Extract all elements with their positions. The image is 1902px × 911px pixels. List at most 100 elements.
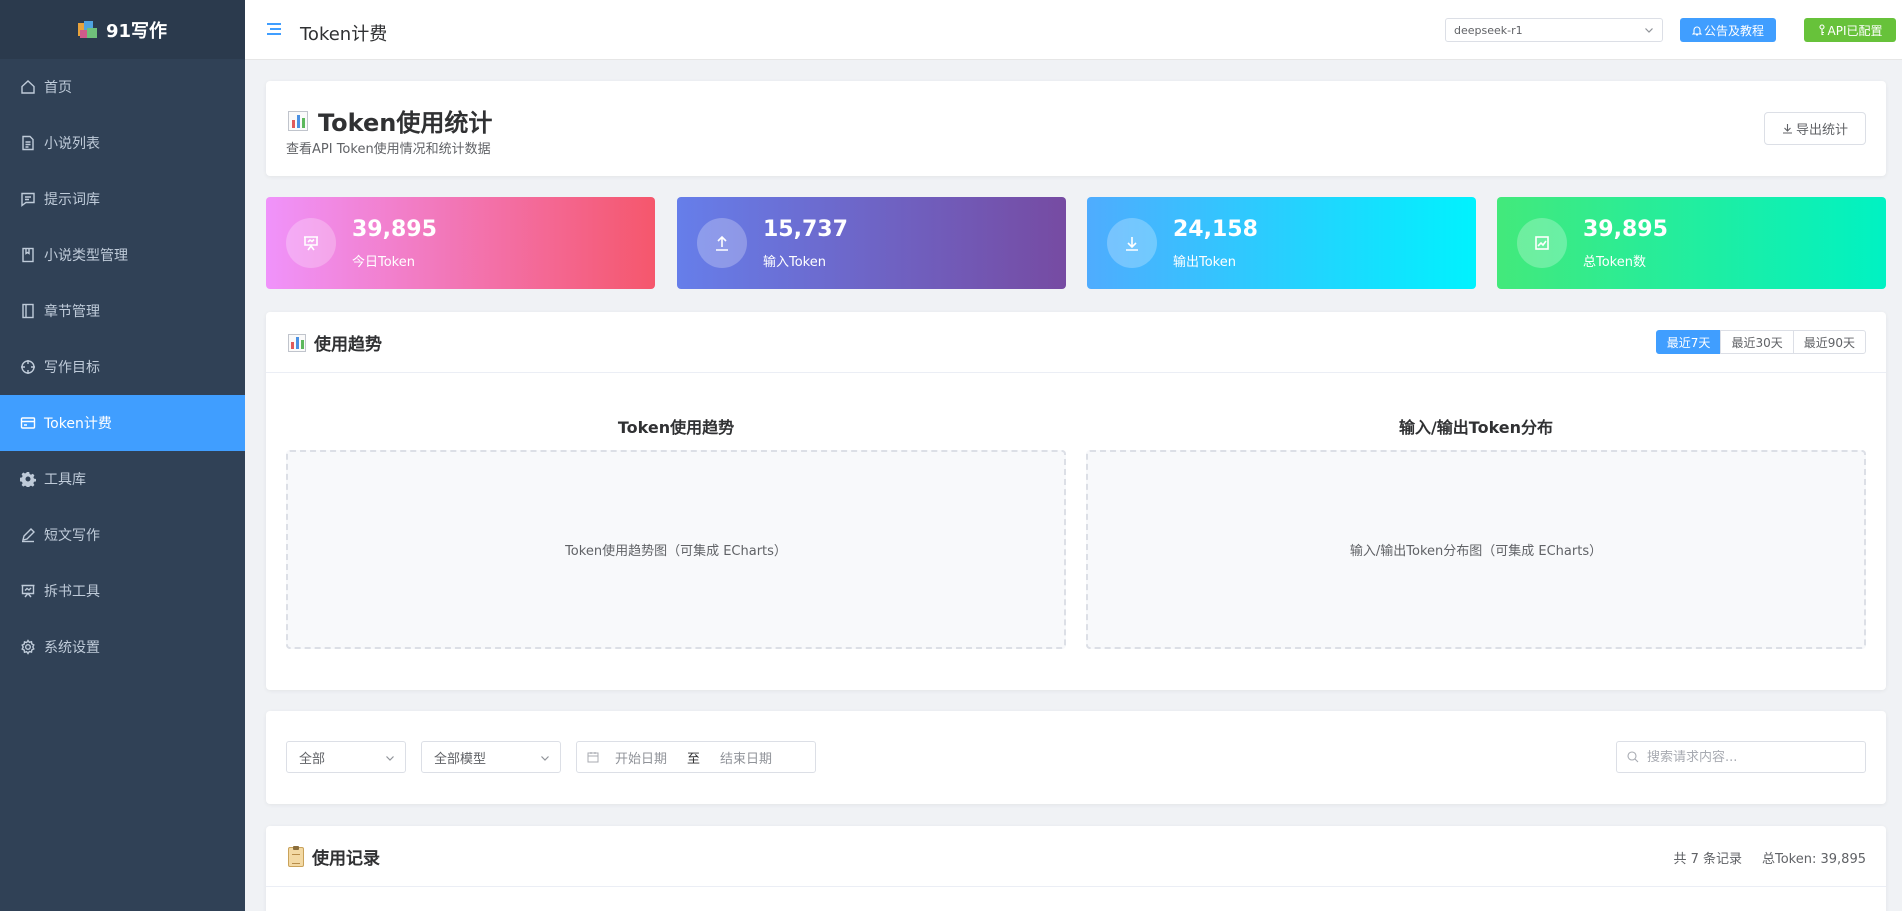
chart-placeholder-text: Token使用趋势图（可集成 ECharts）	[565, 544, 787, 559]
divider	[266, 372, 1886, 373]
sidebar-item-label: 小说列表	[44, 136, 100, 152]
sidebar-item-label: 拆书工具	[44, 584, 100, 600]
stat-label: 总Token数	[1583, 255, 1646, 270]
page-title: Token计费	[300, 24, 388, 45]
stat-card-input-token: 15,737 输入Token	[677, 197, 1066, 289]
document-icon	[20, 135, 36, 151]
credit-card-icon	[20, 415, 36, 431]
book-icon	[20, 303, 36, 319]
range-90-days-button[interactable]: 最近90天	[1792, 330, 1866, 354]
export-stats-button[interactable]: 导出统计	[1764, 112, 1866, 145]
bar-chart-icon	[288, 110, 308, 131]
sidebar-item-book-analysis[interactable]: 拆书工具	[0, 563, 245, 619]
stat-value: 39,895	[352, 217, 437, 242]
app-logo[interactable]: 91写作	[0, 0, 245, 59]
chart-placeholder-text: 输入/输出Token分布图（可集成 ECharts）	[1349, 544, 1603, 559]
chevron-down-icon	[1645, 28, 1653, 33]
date-separator: 至	[687, 751, 701, 767]
sidebar-item-settings[interactable]: 系统设置	[0, 619, 245, 675]
upload-icon	[697, 218, 747, 268]
usage-records-card: 使用记录 共 7 条记录 总Token: 39,895	[266, 826, 1886, 911]
search-input[interactable]	[1647, 749, 1847, 765]
stat-label: 输出Token	[1173, 255, 1236, 270]
sidebar-item-short-writing[interactable]: 短文写作	[0, 507, 245, 563]
chevron-down-icon	[541, 756, 549, 761]
records-summary: 共 7 条记录 总Token: 39,895	[1673, 848, 1866, 867]
sidebar-item-writing-goals[interactable]: 写作目标	[0, 339, 245, 395]
sidebar-item-label: 提示词库	[44, 192, 100, 208]
token-trend-chart-placeholder: Token使用趋势图（可集成 ECharts）	[286, 450, 1066, 649]
type-filter-value: 全部	[299, 751, 326, 767]
divider	[266, 886, 1886, 887]
key-icon	[1818, 24, 1825, 36]
range-30-days-button[interactable]: 最近30天	[1720, 330, 1794, 354]
bell-icon	[1691, 26, 1702, 36]
stat-card-today-token: 39,895 今日Token	[266, 197, 655, 289]
chevron-down-icon	[386, 756, 394, 761]
range-toggle-group: 最近7天 最近30天 最近90天	[1655, 330, 1866, 354]
usage-records-title-text: 使用记录	[312, 849, 380, 869]
usage-trend-title: 使用趋势	[288, 330, 382, 355]
stat-value: 24,158	[1173, 217, 1258, 242]
download-icon	[1107, 218, 1157, 268]
sidebar-item-chapters[interactable]: 章节管理	[0, 283, 245, 339]
search-icon	[1627, 751, 1639, 763]
sidebar-item-home[interactable]: 首页	[0, 59, 245, 115]
range-7-days-button[interactable]: 最近7天	[1655, 330, 1722, 354]
record-count: 共 7 条记录	[1673, 852, 1742, 867]
stat-card-output-token: 24,158 输出Token	[1087, 197, 1476, 289]
sidebar-item-label: 章节管理	[44, 304, 100, 320]
gear-icon	[20, 471, 36, 487]
end-date-input[interactable]: 结束日期	[720, 748, 772, 767]
sidebar-item-tools[interactable]: 工具库	[0, 451, 245, 507]
search-field[interactable]	[1616, 741, 1866, 773]
sidebar-item-prompts[interactable]: 提示词库	[0, 171, 245, 227]
sidebar-item-novel-list[interactable]: 小说列表	[0, 115, 245, 171]
sidebar-item-label: 工具库	[44, 472, 86, 488]
sidebar-item-label: 系统设置	[44, 640, 100, 656]
stat-card-total-token: 39,895 总Token数	[1497, 197, 1886, 289]
stat-label: 输入Token	[763, 255, 826, 270]
sidebar-item-label: 写作目标	[44, 360, 100, 376]
clipboard-icon	[288, 845, 304, 867]
model-filter-select[interactable]: 全部模型	[421, 741, 561, 773]
io-distribution-chart-placeholder: 输入/输出Token分布图（可集成 ECharts）	[1086, 450, 1866, 649]
stat-label: 今日Token	[352, 255, 415, 270]
api-config-button[interactable]: API已配置	[1804, 18, 1896, 42]
sidebar-item-label: 首页	[44, 80, 72, 96]
notice-button-label: 公告及教程	[1703, 23, 1764, 38]
download-icon	[1782, 124, 1792, 134]
pen-icon	[20, 527, 36, 543]
logo-icon	[77, 20, 98, 39]
usage-trend-title-text: 使用趋势	[314, 335, 382, 355]
records-total-token: 总Token: 39,895	[1762, 852, 1866, 867]
chat-icon	[20, 191, 36, 207]
model-select-value: deepseek-r1	[1454, 23, 1523, 37]
trend-chart-icon	[1517, 218, 1567, 268]
settings-icon	[20, 639, 36, 655]
sidebar-item-token-billing[interactable]: Token计费	[0, 395, 245, 451]
type-filter-select[interactable]: 全部	[286, 741, 406, 773]
date-range-picker[interactable]: 开始日期 至 结束日期	[576, 741, 816, 773]
sidebar-item-label: 短文写作	[44, 528, 100, 544]
presentation-icon	[20, 583, 36, 599]
token-trend-chart-title: Token使用趋势	[617, 418, 735, 437]
bar-chart-icon	[288, 333, 306, 352]
menu-toggle-icon[interactable]	[267, 23, 281, 35]
filters-card: 全部 全部模型 开始日期 至 结束日期	[266, 711, 1886, 804]
sidebar-item-novel-types[interactable]: 小说类型管理	[0, 227, 245, 283]
hero-title-text: Token使用统计	[318, 109, 493, 137]
stat-value: 15,737	[763, 217, 848, 242]
model-select[interactable]: deepseek-r1	[1445, 18, 1663, 42]
notice-button[interactable]: 公告及教程	[1680, 18, 1776, 42]
hero-title: Token使用统计	[288, 103, 492, 138]
sidebar-item-label: 小说类型管理	[44, 248, 128, 264]
token-stats-header-card: Token使用统计 查看API Token使用情况和统计数据 导出统计	[266, 81, 1886, 176]
io-distribution-chart-title: 输入/输出Token分布	[1398, 418, 1554, 437]
usage-trend-card: 使用趋势 最近7天 最近30天 最近90天 Token使用趋势 Token使用趋…	[266, 312, 1886, 690]
start-date-input[interactable]: 开始日期	[615, 748, 667, 767]
hero-subtitle: 查看API Token使用情况和统计数据	[286, 142, 491, 157]
presentation-icon	[286, 218, 336, 268]
sidebar-menu: 首页 小说列表 提示词库 小说类型管理 章节管理 写作目标 Token计费 工具…	[0, 59, 245, 675]
sidebar-item-label: Token计费	[44, 416, 112, 432]
